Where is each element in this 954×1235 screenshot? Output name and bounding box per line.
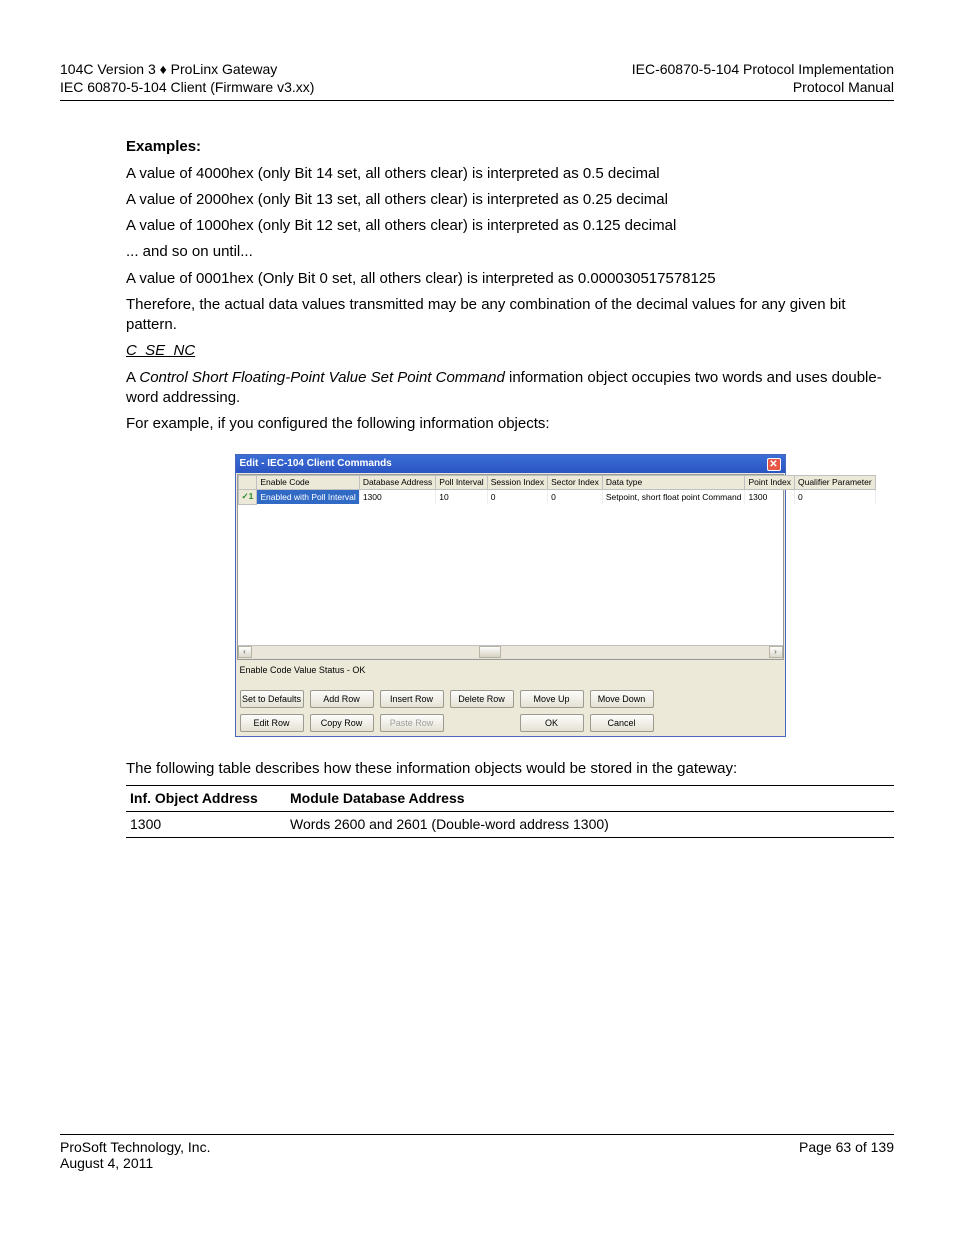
scroll-right-icon[interactable]: › (769, 646, 783, 658)
grid-corner (238, 475, 257, 489)
status-text: Enable Code Value Status - OK (236, 661, 785, 688)
paste-row-button: Paste Row (380, 714, 444, 732)
scroll-left-icon[interactable]: ‹ (238, 646, 252, 658)
examples-heading: Examples: (126, 137, 894, 157)
row-marker: ✓1 (238, 490, 257, 504)
col-db-address[interactable]: Database Address (359, 475, 435, 489)
grid-header-row: Enable Code Database Address Poll Interv… (238, 475, 875, 489)
delete-row-button[interactable]: Delete Row (450, 690, 514, 708)
example-line-2: A value of 2000hex (only Bit 13 set, all… (126, 190, 894, 210)
footer-date: August 4, 2011 (60, 1155, 894, 1171)
cell-data-type[interactable]: Setpoint, short float point Command (602, 490, 745, 504)
col-poll-interval[interactable]: Poll Interval (436, 475, 487, 489)
col-qualifier[interactable]: Qualifier Parameter (794, 475, 875, 489)
example-line-3: A value of 1000hex (only Bit 12 set, all… (126, 216, 894, 236)
col-point-index[interactable]: Point Index (745, 475, 795, 489)
scroll-thumb[interactable] (479, 646, 501, 658)
edit-dialog: Edit - IEC-104 Client Commands ✕ Enable … (235, 454, 786, 737)
commands-grid[interactable]: Enable Code Database Address Poll Interv… (237, 474, 784, 660)
cell-db-address[interactable]: 1300 (359, 490, 435, 504)
edit-row-button[interactable]: Edit Row (240, 714, 304, 732)
page-footer: ProSoft Technology, Inc. Page 63 of 139 … (60, 1134, 894, 1171)
example-line-5: A value of 0001hex (Only Bit 0 set, all … (126, 269, 894, 289)
page-content: Examples: A value of 4000hex (only Bit 1… (60, 101, 894, 838)
footer-page: Page 63 of 139 (799, 1139, 894, 1155)
example-line-1: A value of 4000hex (only Bit 14 set, all… (126, 164, 894, 184)
header-right-2: Protocol Manual (632, 78, 894, 96)
storage-cell-desc: Words 2600 and 2601 (Double-word address… (286, 812, 894, 838)
col-session-index[interactable]: Session Index (487, 475, 547, 489)
header-right-1: IEC-60870-5-104 Protocol Implementation (632, 60, 894, 78)
page-header: 104C Version 3 ♦ ProLinx Gateway IEC 608… (60, 60, 894, 101)
col-enable-code[interactable]: Enable Code (257, 475, 359, 489)
insert-row-button[interactable]: Insert Row (380, 690, 444, 708)
storage-th-1: Inf. Object Address (126, 786, 286, 812)
move-up-button[interactable]: Move Up (520, 690, 584, 708)
storage-cell-addr: 1300 (126, 812, 286, 838)
dialog-titlebar[interactable]: Edit - IEC-104 Client Commands ✕ (236, 455, 785, 473)
col-data-type[interactable]: Data type (602, 475, 745, 489)
scroll-track[interactable] (252, 646, 769, 658)
section-heading: C_SE_NC (126, 341, 894, 361)
set-to-defaults-button[interactable]: Set to Defaults (240, 690, 304, 708)
spacer (450, 714, 514, 732)
cell-point-index[interactable]: 1300 (745, 490, 795, 504)
cancel-button[interactable]: Cancel (590, 714, 654, 732)
grid-empty-area (238, 505, 783, 645)
ok-button[interactable]: OK (520, 714, 584, 732)
storage-row: 1300 Words 2600 and 2601 (Double-word ad… (126, 812, 894, 838)
dialog-title-text: Edit - IEC-104 Client Commands (240, 457, 392, 471)
add-row-button[interactable]: Add Row (310, 690, 374, 708)
storage-th-2: Module Database Address (286, 786, 894, 812)
example-line-4: ... and so on until... (126, 242, 894, 262)
header-left-1: 104C Version 3 ♦ ProLinx Gateway (60, 60, 314, 78)
col-sector-index[interactable]: Sector Index (548, 475, 603, 489)
storage-table: Inf. Object Address Module Database Addr… (126, 785, 894, 838)
cell-poll-interval[interactable]: 10 (436, 490, 487, 504)
section-p1: A Control Short Floating-Point Value Set… (126, 368, 894, 409)
check-icon: ✓ (242, 491, 249, 501)
section-p2: For example, if you configured the follo… (126, 414, 894, 434)
cell-session-index[interactable]: 0 (487, 490, 547, 504)
table-row[interactable]: ✓1 Enabled with Poll Interval 1300 10 0 … (238, 490, 875, 504)
footer-company: ProSoft Technology, Inc. (60, 1139, 210, 1155)
close-icon[interactable]: ✕ (767, 458, 781, 471)
header-left-2: IEC 60870-5-104 Client (Firmware v3.xx) (60, 78, 314, 96)
cell-qualifier[interactable]: 0 (794, 490, 875, 504)
button-row-1: Set to Defaults Add Row Insert Row Delet… (236, 688, 785, 712)
move-down-button[interactable]: Move Down (590, 690, 654, 708)
cell-enable-code[interactable]: Enabled with Poll Interval (257, 490, 359, 504)
cell-sector-index[interactable]: 0 (548, 490, 603, 504)
example-line-6: Therefore, the actual data values transm… (126, 295, 894, 336)
button-row-2: Edit Row Copy Row Paste Row OK Cancel (236, 712, 785, 736)
copy-row-button[interactable]: Copy Row (310, 714, 374, 732)
after-dialog-text: The following table describes how these … (126, 759, 894, 779)
horizontal-scrollbar[interactable]: ‹ › (238, 645, 783, 659)
